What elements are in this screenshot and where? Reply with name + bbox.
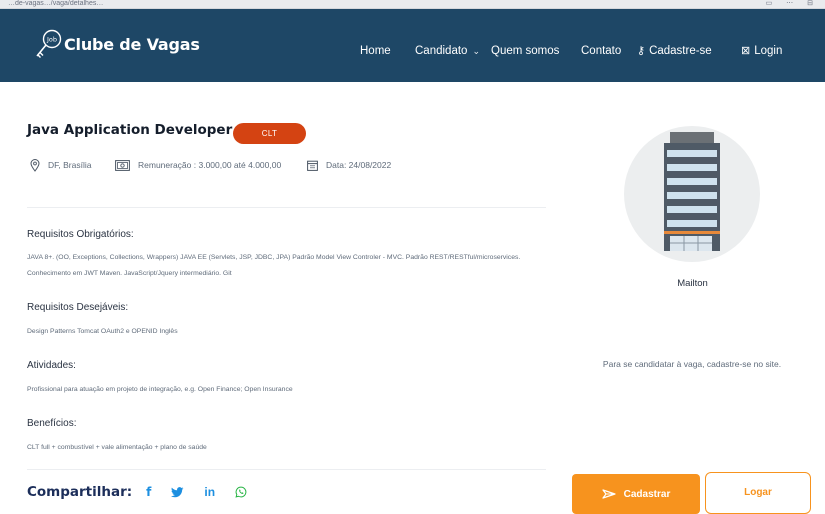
window-controls[interactable]: ▭ ⋯ ⊟ — [766, 0, 819, 8]
send-icon — [602, 489, 616, 499]
required-skills-heading: Requisitos Obrigatórios: — [27, 229, 134, 240]
share-label: Compartilhar: — [27, 484, 133, 500]
address-bar[interactable]: …de-vagas…/vaga/detalhes… — [8, 0, 103, 8]
browser-toolbar: …de-vagas…/vaga/detalhes… ▭ ⋯ ⊟ — [0, 0, 825, 9]
calendar-icon — [307, 160, 318, 171]
nav-candidato-label: Candidato — [415, 45, 468, 57]
activities-heading: Atividades: — [27, 360, 76, 371]
nav-home[interactable]: Home — [360, 43, 391, 59]
section-divider — [27, 469, 546, 470]
job-location: DF, Brasília — [30, 157, 91, 173]
contract-type-badge: CLT — [233, 123, 306, 144]
nav-quem-somos-label: Quem somos — [491, 45, 560, 57]
benefits-heading: Benefícios: — [27, 418, 77, 429]
nav-quem-somos[interactable]: Quem somos — [491, 43, 559, 59]
key-icon: ⚷ — [637, 45, 646, 57]
apply-instructions: Para se candidatar à vaga, cadastre-se n… — [602, 359, 782, 369]
login-button[interactable]: Logar — [705, 472, 811, 514]
job-date-text: Data: 24/08/2022 — [326, 160, 392, 170]
job-title: Java Application Developer — [27, 122, 233, 138]
site-header: Job Clube de Vagas Home Candidato ⌄ Quem … — [0, 9, 825, 82]
company-avatar — [624, 126, 760, 262]
twitter-icon[interactable] — [171, 486, 184, 498]
job-salary-text: Remuneração : 3.000,00 até 4.000,00 — [138, 160, 282, 170]
nav-login-label: Login — [754, 45, 783, 57]
job-date: Data: 24/08/2022 — [307, 157, 391, 173]
map-pin-icon — [30, 158, 40, 172]
desired-skills-heading: Requisitos Desejáveis: — [27, 302, 129, 313]
nav-contato-label: Contato — [581, 45, 622, 57]
desired-skills-text: Design Patterns Tomcat OAuth2 e OPENID I… — [27, 328, 178, 335]
activities-text: Profissional para atuação em projeto de … — [27, 386, 293, 393]
job-salary: Remuneração : 3.000,00 até 4.000,00 — [115, 157, 281, 173]
share-bar: Compartilhar: f in — [27, 484, 267, 500]
nav-candidato-dropdown[interactable]: Candidato ⌄ — [415, 43, 480, 59]
register-button-label: Cadastrar — [623, 488, 671, 500]
required-skills-text: JAVA 8+. (OO, Exceptions, Collections, W… — [27, 254, 521, 277]
money-icon — [115, 159, 130, 171]
register-button[interactable]: Cadastrar — [572, 474, 700, 514]
nav-login[interactable]: ⊠ Login — [741, 43, 782, 59]
nav-contato[interactable]: Contato — [581, 43, 621, 59]
job-location-text: DF, Brasília — [48, 160, 92, 170]
whatsapp-icon[interactable] — [235, 486, 247, 498]
nav-cadastre-se[interactable]: ⚷ Cadastre-se — [637, 43, 712, 59]
login-icon: ⊠ — [741, 45, 751, 57]
nav-home-label: Home — [360, 45, 391, 57]
main-nav: Home Candidato ⌄ Quem somos Contato ⚷ Cada… — [0, 43, 825, 59]
linkedin-icon[interactable]: in — [204, 485, 215, 499]
nav-cadastre-label: Cadastre-se — [649, 45, 712, 57]
login-button-label: Logar — [744, 487, 772, 498]
benefits-text: CLT full + combustível + vale alimentaçã… — [27, 444, 207, 451]
building-icon — [664, 132, 720, 251]
section-divider — [27, 207, 546, 208]
company-name: Mailton — [677, 278, 708, 289]
chevron-down-icon: ⌄ — [472, 46, 480, 56]
facebook-icon[interactable]: f — [146, 485, 151, 499]
